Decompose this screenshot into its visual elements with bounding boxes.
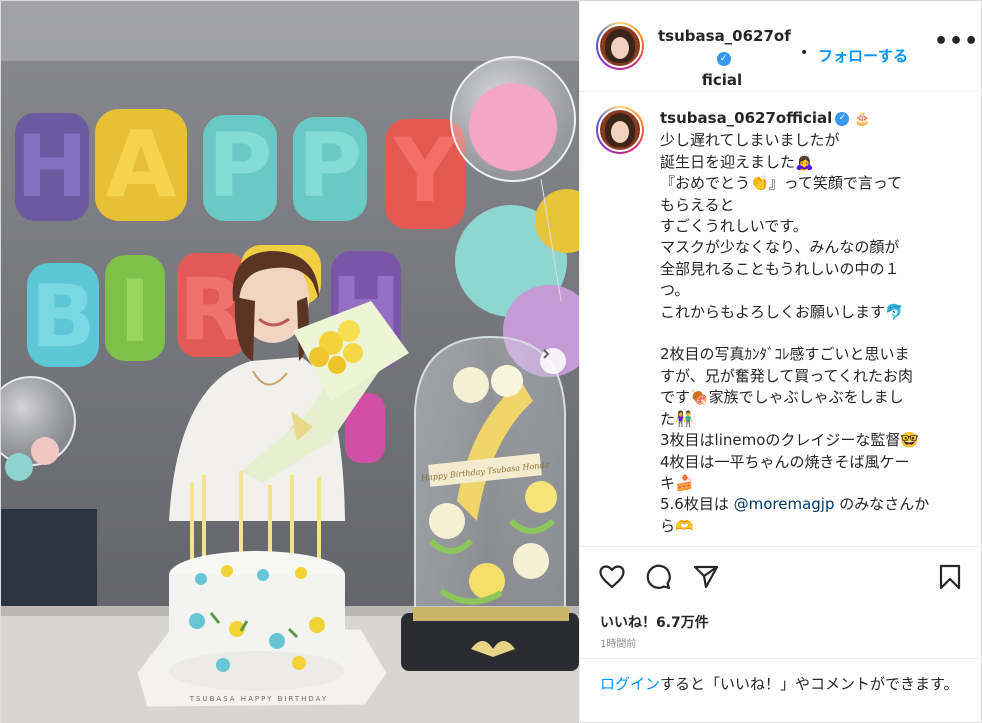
caption-line: 全部見れることもうれしいの中の１ xyxy=(660,259,900,278)
balloon-letter-b: B xyxy=(30,267,96,367)
comment-button[interactable] xyxy=(642,561,674,593)
caption-line: キ🍰 xyxy=(660,473,694,492)
header-username[interactable]: tsubasa_0627of✓ ficial xyxy=(658,25,791,91)
balloon-letter-h: H xyxy=(16,117,88,217)
caption-text: 5.6枚目は xyxy=(660,495,734,514)
caption-username[interactable]: tsubasa_0627official xyxy=(660,109,832,127)
login-text: ログインすると「いいね！」やコメントができます。 xyxy=(600,673,970,695)
comment-icon xyxy=(646,564,671,590)
instagram-post-embed: H A P P Y B I R H xyxy=(0,0,982,723)
caption-line: マスクが少なくなり、みんなの顔が xyxy=(660,238,900,257)
send-icon xyxy=(693,565,719,589)
share-button[interactable] xyxy=(690,561,722,593)
caption-line: つ。 xyxy=(660,281,690,300)
more-options-icon[interactable]: ••• xyxy=(934,31,978,59)
cake-emoji: 🎂 xyxy=(854,112,871,127)
mention-link[interactable]: @moremagjp xyxy=(734,495,835,513)
action-bar xyxy=(580,546,982,608)
caption-line: 2枚目の写真ｶﾝﾀﾞｺﾚ感すごいと思いま xyxy=(660,345,910,364)
like-button[interactable] xyxy=(596,561,628,593)
login-link[interactable]: ログイン xyxy=(600,675,660,693)
verified-badge-icon: ✓ xyxy=(716,51,731,66)
caption-line: すが、兄が奮発して買ってくれたお肉 xyxy=(660,366,914,385)
bookmark-icon xyxy=(939,564,961,590)
caption-line: 少し遅れてしまいましたが xyxy=(660,131,840,150)
balloon-letter-y: Y xyxy=(392,119,458,222)
caption-body: tsubasa_0627official ✓ 🎂 少し遅れてしまいましたが 誕生日… xyxy=(660,108,960,537)
caption-line: もらえると xyxy=(660,195,735,214)
avatar[interactable] xyxy=(596,22,644,70)
verified-badge-icon: ✓ xyxy=(835,111,850,126)
caption-line: た👫 xyxy=(660,409,694,428)
balloon-letter-a: A xyxy=(105,111,176,218)
post-header: tsubasa_0627of✓ ficial • フォローする ••• xyxy=(580,1,982,92)
balloon-letter-i: I xyxy=(119,262,151,362)
cake-plate-text: TSUBASA HAPPY BIRTHDAY xyxy=(189,695,328,703)
header-separator: • xyxy=(800,45,809,61)
caption-line: すごくうれしいです。 xyxy=(660,217,808,236)
post-side-panel: tsubasa_0627of✓ ficial • フォローする ••• tsub… xyxy=(579,1,982,723)
post-photo[interactable]: H A P P Y B I R H xyxy=(1,1,579,723)
happy-balloons: H A P P Y xyxy=(15,109,465,229)
caption-text: のみなさんか xyxy=(834,495,930,514)
caption-line xyxy=(660,323,960,344)
caption-line: ら🫶 xyxy=(660,516,694,535)
next-photo-button[interactable] xyxy=(540,348,566,374)
caption-line: 4枚目は一平ちゃんの焼きそば風ケー xyxy=(660,452,910,471)
birthday-photo-illustration: H A P P Y B I R H xyxy=(1,1,579,723)
caption-line: 誕生日を迎えました🙇‍♀️ xyxy=(660,152,814,171)
login-text-rest: すると「いいね！」やコメントができます。 xyxy=(660,675,959,693)
glass-dome-flowers: Happy Birthday Tsubasa Honda xyxy=(401,335,579,671)
save-button[interactable] xyxy=(934,561,966,593)
caption-line: 『おめでとう👏』って笑顔で言って xyxy=(660,174,903,193)
balloon-letter-p2: P xyxy=(298,114,363,217)
heart-icon xyxy=(599,565,625,589)
caption-avatar[interactable] xyxy=(596,106,644,154)
login-prompt: ログインすると「いいね！」やコメントができます。 xyxy=(580,658,982,723)
caption-line: これからもよろしくお願いします🐬 xyxy=(660,302,904,321)
caption-line: 3枚目はlinemoのクレイジーな監督🤓 xyxy=(660,431,920,450)
post-time[interactable]: 1時間前 xyxy=(600,635,636,650)
balloon-letter-p1: P xyxy=(208,114,273,217)
chevron-right-icon xyxy=(543,349,550,359)
post-caption: tsubasa_0627official ✓ 🎂 少し遅れてしまいましたが 誕生日… xyxy=(580,92,982,544)
caption-line: です🍖家族でしゃぶしゃぶをしまし xyxy=(660,388,904,407)
follow-button[interactable]: フォローする xyxy=(818,45,908,66)
likes-count[interactable]: いいね！6.7万件 xyxy=(600,612,709,632)
